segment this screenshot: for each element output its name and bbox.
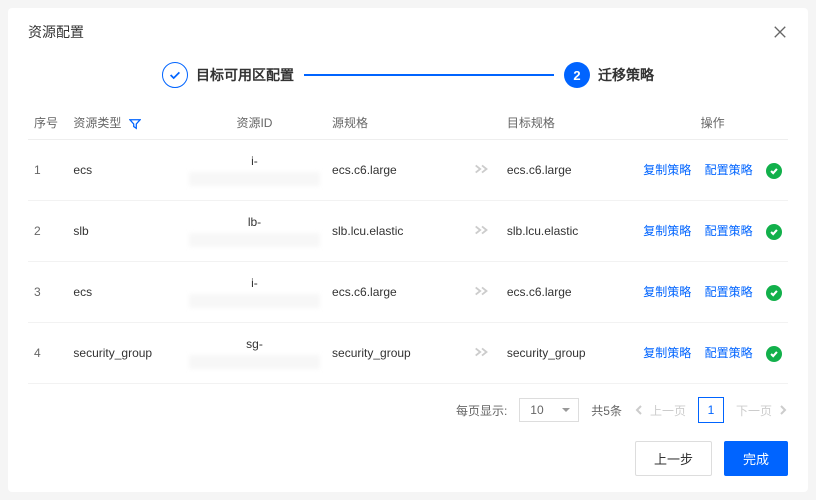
table-row: 1 ecs i- ecs.c6.large ecs.c6.large 复制策略 …: [28, 140, 788, 201]
filter-icon[interactable]: [129, 118, 141, 130]
config-strategy-link[interactable]: 配置策略: [705, 346, 753, 360]
status-ok-icon: [766, 346, 782, 362]
config-strategy-link[interactable]: 配置策略: [705, 163, 753, 177]
copy-strategy-link[interactable]: 复制策略: [643, 285, 691, 299]
resource-config-dialog: 资源配置 目标可用区配置 2 迁移策略 序号 资源类型: [8, 8, 808, 492]
close-button[interactable]: [772, 24, 788, 40]
status-ok-icon: [766, 285, 782, 301]
page-size-select[interactable]: 10: [519, 398, 579, 422]
cell-operations: 复制策略 配置策略: [637, 140, 788, 201]
resource-table: 序号 资源类型 资源ID 源规格 目标规格 操作 1 ecs i: [28, 106, 788, 387]
step-2-label: 迁移策略: [598, 65, 654, 85]
step-1: 目标可用区配置: [162, 62, 294, 88]
cell-resource-id: i-: [183, 140, 326, 201]
dialog-header: 资源配置: [8, 8, 808, 54]
step-connector: [304, 74, 554, 76]
col-target-spec: 目标规格: [501, 106, 637, 140]
dialog-footer: 上一步 完成: [8, 431, 808, 492]
config-strategy-link[interactable]: 配置策略: [705, 285, 753, 299]
cell-resource-id: i-: [183, 262, 326, 323]
table-row: 4 security_group sg- security_group secu…: [28, 323, 788, 384]
arrow-right-icon: [473, 164, 491, 178]
cell-seq: 3: [28, 262, 67, 323]
cell-seq: 2: [28, 201, 67, 262]
config-strategy-link[interactable]: 配置策略: [705, 224, 753, 238]
status-ok-icon: [766, 224, 782, 240]
cell-arrow: [462, 323, 500, 384]
cell-source-spec: slb.lcu.elastic: [326, 201, 462, 262]
cell-type: ecs: [67, 140, 183, 201]
cell-type: ecs: [67, 262, 183, 323]
cell-source-spec: ecs.c6.large: [326, 140, 462, 201]
step-1-label: 目标可用区配置: [196, 65, 294, 85]
pagination: 每页显示: 10 共5条 上一页 1 下一页: [8, 387, 808, 431]
cell-target-spec: ecs.c6.large: [501, 140, 637, 201]
cell-source-spec: security_group: [326, 323, 462, 384]
total-count: 共5条: [591, 402, 622, 419]
cell-source-spec: ecs.c6.large: [326, 262, 462, 323]
cell-target-spec: slb.lcu.elastic: [501, 201, 637, 262]
cell-resource-id: lb-: [183, 201, 326, 262]
cell-arrow: [462, 201, 500, 262]
col-source-spec: 源规格: [326, 106, 462, 140]
copy-strategy-link[interactable]: 复制策略: [643, 224, 691, 238]
cell-type: slb: [67, 201, 183, 262]
col-arrow: [462, 106, 500, 140]
cell-resource-id: rm-: [183, 384, 326, 388]
step-2-number: 2: [564, 62, 590, 88]
page-size-label: 每页显示:: [456, 402, 507, 419]
finish-button[interactable]: 完成: [724, 441, 788, 476]
dialog-title: 资源配置: [28, 22, 84, 42]
cell-arrow: [462, 140, 500, 201]
status-ok-icon: [766, 163, 782, 179]
col-type[interactable]: 资源类型: [67, 106, 183, 140]
prev-page[interactable]: 上一页: [634, 402, 686, 419]
table-wrapper: 序号 资源类型 资源ID 源规格 目标规格 操作 1 ecs i: [8, 106, 808, 387]
col-resource-id: 资源ID: [183, 106, 326, 140]
table-row: 2 slb lb- slb.lcu.elastic slb.lcu.elasti…: [28, 201, 788, 262]
cell-arrow: [462, 262, 500, 323]
cell-operations: 复制策略 配置策略: [637, 201, 788, 262]
copy-strategy-link[interactable]: 复制策略: [643, 346, 691, 360]
arrow-right-icon: [473, 347, 491, 361]
next-page[interactable]: 下一页: [736, 402, 788, 419]
back-button[interactable]: 上一步: [635, 441, 712, 476]
step-2: 2 迁移策略: [564, 62, 654, 88]
cell-target-spec: ecs.c6.large: [501, 262, 637, 323]
cell-operations: 复制策略 配置策略: [637, 323, 788, 384]
cell-target-spec: security_group: [501, 323, 637, 384]
cell-seq: 4: [28, 323, 67, 384]
cell-resource-id: sg-: [183, 323, 326, 384]
copy-strategy-link[interactable]: 复制策略: [643, 163, 691, 177]
arrow-right-icon: [473, 225, 491, 239]
stepper: 目标可用区配置 2 迁移策略: [8, 54, 808, 106]
cell-seq: 1: [28, 140, 67, 201]
col-operations: 操作: [637, 106, 788, 140]
arrow-right-icon: [473, 286, 491, 300]
table-row: 3 ecs i- ecs.c6.large ecs.c6.large 复制策略 …: [28, 262, 788, 323]
cell-type: security_group: [67, 323, 183, 384]
page-number-current[interactable]: 1: [698, 397, 724, 423]
col-seq: 序号: [28, 106, 67, 140]
step-1-check-icon: [162, 62, 188, 88]
cell-operations: 复制策略 配置策略: [637, 262, 788, 323]
